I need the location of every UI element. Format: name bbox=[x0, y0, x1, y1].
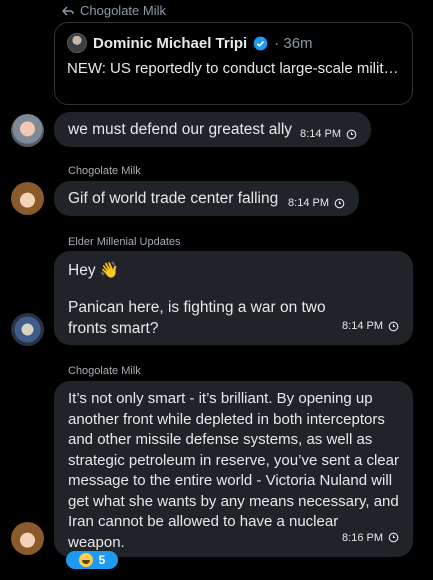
reaction-count: 5 bbox=[98, 553, 106, 567]
sender-name[interactable]: Chogolate Milk bbox=[68, 365, 141, 377]
clock-icon bbox=[334, 198, 345, 209]
avatar[interactable] bbox=[11, 313, 44, 346]
avatar[interactable] bbox=[11, 522, 44, 555]
sender-name[interactable]: Elder Millenial Updates bbox=[68, 236, 181, 248]
quote-text: NEW: US reportedly to conduct large-scal… bbox=[67, 60, 400, 77]
message-time-label: 8:14 PM bbox=[288, 197, 329, 209]
clock-icon bbox=[346, 129, 357, 140]
message-bubble[interactable]: Hey 👋 Panican here, is fighting a war on… bbox=[54, 251, 413, 345]
message-bubble[interactable]: Gif of world trade center falling 8:14 P… bbox=[54, 181, 359, 216]
laughing-emoji-icon bbox=[78, 553, 93, 567]
message-time-label: 8:16 PM bbox=[342, 531, 383, 544]
avatar[interactable] bbox=[11, 182, 44, 215]
message-line: Panican here, is fighting a war on two f… bbox=[68, 299, 326, 337]
reply-header-name: Chogolate Milk bbox=[80, 3, 166, 18]
message-time-label: 8:14 PM bbox=[300, 128, 341, 140]
sender-name[interactable]: Chogolate Milk bbox=[68, 165, 141, 177]
avatar[interactable] bbox=[11, 114, 44, 147]
reply-header: Chogolate Milk bbox=[62, 3, 166, 18]
message-bubble[interactable]: we must defend our greatest ally 8:14 PM bbox=[54, 112, 371, 147]
message-text: Gif of world trade center falling bbox=[68, 190, 279, 207]
quote-author-avatar bbox=[67, 33, 87, 53]
clock-icon bbox=[388, 321, 399, 332]
message-time: 8:16 PM bbox=[342, 528, 399, 549]
message-text: we must defend our greatest ally bbox=[68, 121, 293, 138]
message-time-label: 8:14 PM bbox=[342, 320, 383, 332]
clock-icon bbox=[388, 532, 399, 543]
message-line: Hey 👋 bbox=[68, 262, 120, 279]
quote-timestamp: · 36m bbox=[274, 34, 313, 52]
message-time: 8:14 PM bbox=[300, 124, 357, 145]
quoted-post-card[interactable]: Dominic Michael Tripi · 36m NEW: US repo… bbox=[54, 22, 413, 105]
reaction-badge[interactable]: 5 bbox=[66, 551, 118, 569]
quote-author-name: Dominic Michael Tripi bbox=[93, 34, 248, 52]
verified-badge-icon bbox=[253, 36, 268, 50]
message-time: 8:14 PM bbox=[288, 193, 345, 214]
reply-arrow-icon bbox=[62, 5, 74, 16]
message-bubble[interactable]: It’s not only smart - it’s brilliant. By… bbox=[54, 381, 413, 557]
message-time: 8:14 PM bbox=[342, 316, 399, 337]
